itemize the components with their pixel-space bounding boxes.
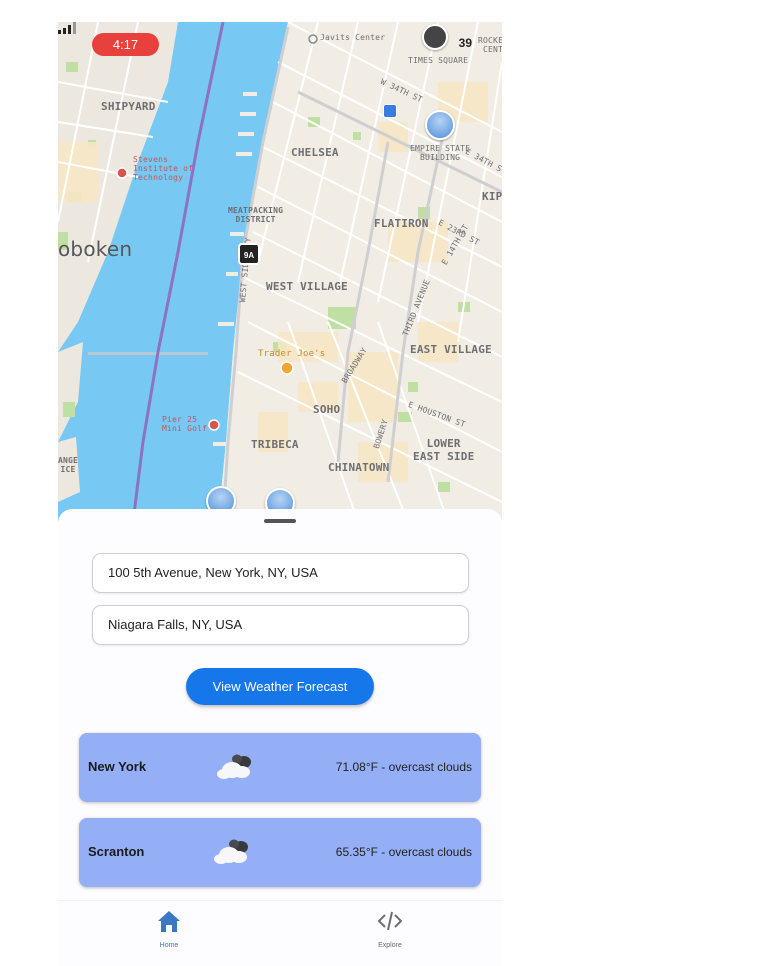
map-label-chinatown: CHINATOWN	[328, 461, 390, 474]
weather-card-city: New York	[88, 759, 147, 774]
tab-home-label: Home	[159, 942, 179, 949]
pier25-pin-icon[interactable]	[208, 419, 220, 431]
traders-joe-pin-icon[interactable]	[280, 361, 294, 377]
signal-icon	[58, 22, 76, 34]
map-label-stevens: Stevens Institute of Technology	[133, 155, 194, 182]
map-label-javits: Javits Center	[320, 33, 386, 42]
transit-station-icon[interactable]	[383, 104, 397, 118]
map-label-lower-east-side: LOWER EAST SIDE	[413, 437, 475, 463]
status-time-pill: 4:17	[92, 33, 159, 56]
sheet-grabber[interactable]	[264, 519, 296, 523]
weather-card[interactable]: New York 71.08°F - overcast clouds	[79, 733, 481, 802]
view-weather-forecast-button[interactable]: View Weather Forecast	[186, 668, 374, 705]
tab-home[interactable]: Home	[139, 909, 199, 949]
map-label-soho: SOHO	[313, 403, 341, 416]
map-label-hoboken: oboken	[58, 237, 133, 261]
map-label-east-village: EAST VILLAGE	[410, 343, 492, 356]
map-label-west-village: WEST VILLAGE	[266, 280, 348, 293]
origin-input[interactable]: 100 5th Avenue, New York, NY, USA	[92, 553, 469, 593]
destination-input[interactable]: Niagara Falls, NY, USA	[92, 605, 469, 645]
cloud-icon	[217, 754, 251, 779]
map-view[interactable]: 4:17 39 oboken SHIPYARD Stevens Institut…	[58, 22, 502, 522]
map-label-empire-state: EMPIRE STATE BUILDING	[410, 144, 471, 162]
weather-card-summary: 65.35°F - overcast clouds	[335, 845, 472, 859]
tab-explore-label: Explore	[378, 942, 402, 949]
bottom-sheet: 100 5th Avenue, New York, NY, USA Niagar…	[58, 509, 502, 966]
map-label-traders-joe: Trader Joe's	[258, 349, 326, 359]
tab-explore[interactable]: Explore	[360, 909, 420, 949]
map-label-tribeca: TRIBECA	[251, 438, 299, 451]
empire-state-pin-icon[interactable]	[425, 110, 455, 140]
weather-card-city: Scranton	[88, 844, 145, 859]
times-square-pin-icon[interactable]	[422, 24, 448, 50]
map-label-flatiron: FLATIRON	[374, 217, 429, 230]
map-label-chelsea: CHELSEA	[291, 146, 339, 159]
weather-card-summary: 71.08°F - overcast clouds	[335, 760, 472, 774]
weather-card[interactable]: Scranton 65.35°F - overcast clouds	[79, 818, 481, 887]
cloud-icon	[214, 839, 248, 864]
map-label-times-square: TIMES SQUARE	[408, 56, 469, 65]
battery-level: 39	[458, 36, 472, 50]
map-label-meatpacking: MEATPACKING DISTRICT	[228, 206, 284, 224]
map-label-rockefeller: ROCKEF CENT	[478, 36, 502, 54]
map-label-pier25: Pier 25 Mini Golf	[162, 415, 208, 433]
home-icon	[158, 911, 180, 932]
map-label-shipyard: SHIPYARD	[101, 100, 156, 113]
tab-bar: Home Explore	[58, 900, 502, 966]
javits-pin-icon[interactable]	[308, 34, 318, 44]
phone-screen: 4:17 39 oboken SHIPYARD Stevens Institut…	[58, 22, 502, 966]
code-icon	[377, 911, 403, 931]
route-badge-icon: 9A	[238, 243, 260, 265]
map-label-range: ANGE ICE	[58, 456, 79, 474]
stevens-pin-icon[interactable]	[116, 167, 128, 179]
map-label-kips: KIPS	[482, 190, 502, 203]
